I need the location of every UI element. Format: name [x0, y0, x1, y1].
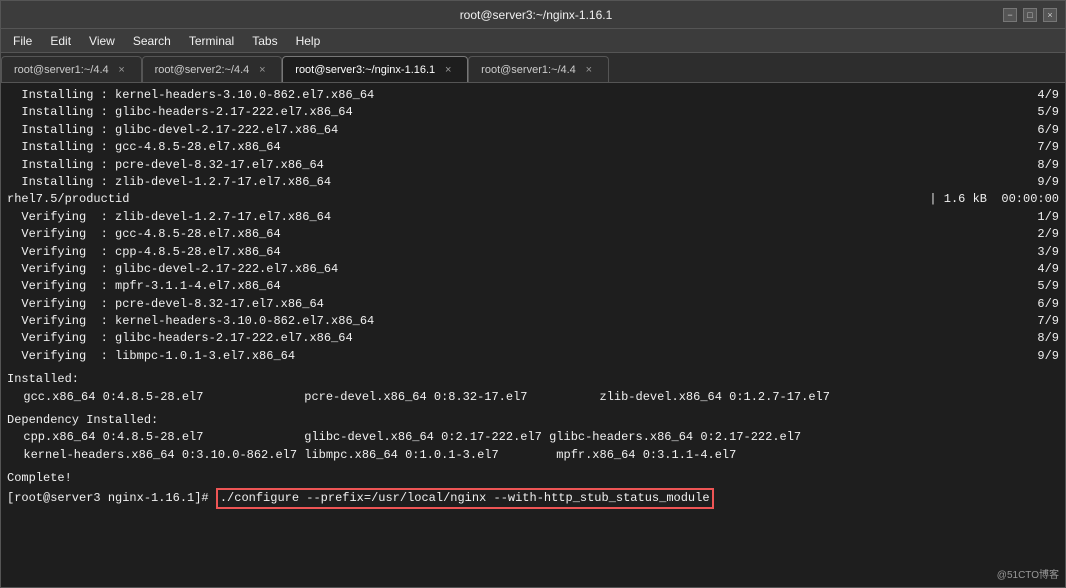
tab-1[interactable]: root@server2:~/4.4 ×	[142, 56, 283, 82]
maximize-button[interactable]: □	[1023, 8, 1037, 22]
terminal-line: Verifying : cpp-4.8.5-28.el7.x86_643/9	[7, 244, 1059, 261]
terminal-line: Verifying : zlib-devel-1.2.7-17.el7.x86_…	[7, 209, 1059, 226]
command-input[interactable]: ./configure --prefix=/usr/local/nginx --…	[216, 488, 714, 509]
menu-search[interactable]: Search	[125, 32, 179, 50]
tab-label-1: root@server2:~/4.4	[155, 64, 250, 76]
close-button[interactable]: ×	[1043, 8, 1057, 22]
window-controls: − □ ×	[1003, 8, 1057, 22]
tab-close-0[interactable]: ×	[115, 63, 129, 77]
terminal-line: Verifying : kernel-headers-3.10.0-862.el…	[7, 313, 1059, 330]
tab-label-0: root@server1:~/4.4	[14, 64, 109, 76]
tab-bar: root@server1:~/4.4 × root@server2:~/4.4 …	[1, 53, 1065, 83]
title-bar: root@server3:~/nginx-1.16.1 − □ ×	[1, 1, 1065, 29]
terminal-line: gcc.x86_64 0:4.8.5-28.el7 pcre-devel.x86…	[7, 389, 1059, 406]
tab-0[interactable]: root@server1:~/4.4 ×	[1, 56, 142, 82]
terminal-line: rhel7.5/productid| 1.6 kB 00:00:00	[7, 191, 1059, 208]
menu-terminal[interactable]: Terminal	[181, 32, 242, 50]
tab-close-2[interactable]: ×	[441, 63, 455, 77]
main-window: root@server3:~/nginx-1.16.1 − □ × File E…	[0, 0, 1066, 588]
tab-label-3: root@server1:~/4.4	[481, 64, 576, 76]
terminal-line: kernel-headers.x86_64 0:3.10.0-862.el7 l…	[7, 447, 1059, 464]
terminal-line: Verifying : gcc-4.8.5-28.el7.x86_642/9	[7, 226, 1059, 243]
menu-view[interactable]: View	[81, 32, 123, 50]
tab-3[interactable]: root@server1:~/4.4 ×	[468, 56, 609, 82]
watermark: @51CTO博客	[997, 569, 1059, 584]
terminal-line: Installing : gcc-4.8.5-28.el7.x86_647/9	[7, 139, 1059, 156]
menu-tabs[interactable]: Tabs	[244, 32, 285, 50]
terminal-line: Installing : glibc-devel-2.17-222.el7.x8…	[7, 122, 1059, 139]
terminal-line: Dependency Installed:	[7, 412, 1059, 429]
terminal-line: Verifying : mpfr-3.1.1-4.el7.x86_645/9	[7, 278, 1059, 295]
menu-bar: File Edit View Search Terminal Tabs Help	[1, 29, 1065, 53]
terminal-line: Verifying : libmpc-1.0.1-3.el7.x86_649/9	[7, 348, 1059, 365]
menu-file[interactable]: File	[5, 32, 40, 50]
tab-close-3[interactable]: ×	[582, 63, 596, 77]
terminal-line: Complete!	[7, 470, 1059, 487]
tab-2[interactable]: root@server3:~/nginx-1.16.1 ×	[282, 56, 468, 82]
minimize-button[interactable]: −	[1003, 8, 1017, 22]
terminal-output[interactable]: Installing : kernel-headers-3.10.0-862.e…	[1, 83, 1065, 587]
tab-label-2: root@server3:~/nginx-1.16.1	[295, 64, 435, 76]
window-title: root@server3:~/nginx-1.16.1	[69, 8, 1003, 22]
tab-close-1[interactable]: ×	[255, 63, 269, 77]
terminal-line: Installing : pcre-devel-8.32-17.el7.x86_…	[7, 157, 1059, 174]
terminal-line: Verifying : pcre-devel-8.32-17.el7.x86_6…	[7, 296, 1059, 313]
terminal-line: Installed:	[7, 371, 1059, 388]
terminal-line: Installing : zlib-devel-1.2.7-17.el7.x86…	[7, 174, 1059, 191]
terminal-line: cpp.x86_64 0:4.8.5-28.el7 glibc-devel.x8…	[7, 429, 1059, 446]
terminal-line: Installing : kernel-headers-3.10.0-862.e…	[7, 87, 1059, 104]
menu-edit[interactable]: Edit	[42, 32, 79, 50]
terminal-line: [root@server3 nginx-1.16.1]# ./configure…	[7, 488, 1059, 509]
terminal-line: Verifying : glibc-headers-2.17-222.el7.x…	[7, 330, 1059, 347]
terminal-line: Verifying : glibc-devel-2.17-222.el7.x86…	[7, 261, 1059, 278]
terminal-line: Installing : glibc-headers-2.17-222.el7.…	[7, 104, 1059, 121]
menu-help[interactable]: Help	[288, 32, 329, 50]
